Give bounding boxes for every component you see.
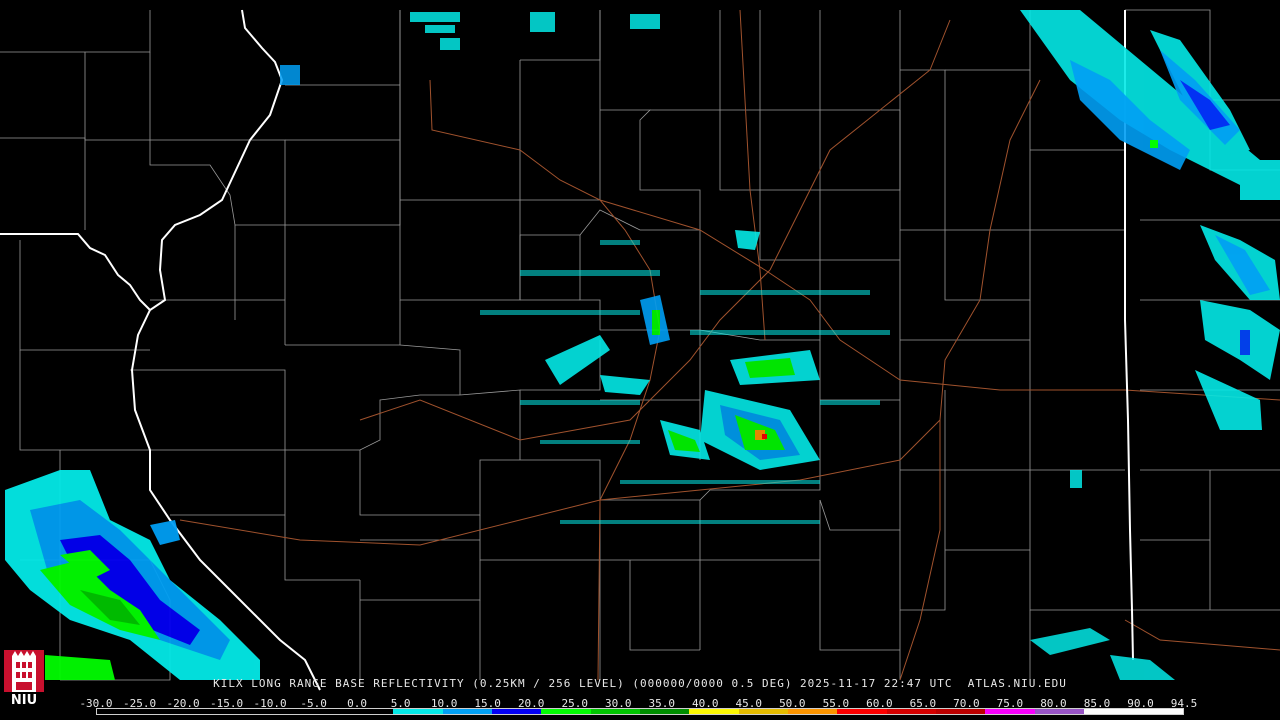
colorbar-segment	[97, 709, 147, 714]
radar-map	[0, 0, 1280, 720]
colorbar-segment	[886, 709, 937, 714]
colorbar-segment	[1133, 709, 1183, 714]
colorbar-segment	[1034, 709, 1085, 714]
niu-logo-text: NIU	[10, 693, 38, 708]
colorbar-segment	[639, 709, 690, 714]
colorbar-segment	[393, 709, 443, 714]
colorbar-segment	[195, 709, 246, 714]
colorbar-segment	[442, 709, 492, 714]
colorbar-segment	[541, 709, 591, 714]
colorbar-segment	[146, 709, 196, 714]
colorbar-segment	[294, 709, 344, 714]
colorbar-segment	[837, 709, 887, 714]
product-caption: KILX LONG RANGE BASE REFLECTIVITY (0.25K…	[213, 677, 1067, 690]
colorbar-segment	[245, 709, 295, 714]
reflectivity-colorbar	[96, 708, 1184, 715]
colorbar-segment	[936, 709, 986, 714]
colorbar-segment	[738, 709, 789, 714]
colorbar-segment	[788, 709, 838, 714]
colorbar-segment	[1084, 709, 1134, 714]
colorbar-segment	[491, 709, 542, 714]
colorbar-segment	[689, 709, 739, 714]
colorbar-segment	[985, 709, 1035, 714]
colorbar-segment	[590, 709, 640, 714]
colorbar-segment	[343, 709, 394, 714]
